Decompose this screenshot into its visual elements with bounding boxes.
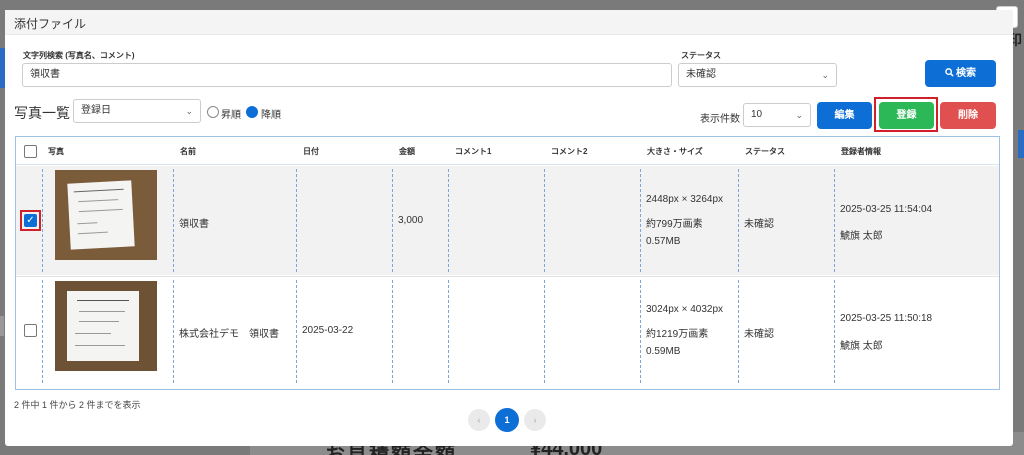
search-button[interactable]: 検索 bbox=[925, 60, 996, 87]
row-size-px: 3024px × 4032px bbox=[646, 304, 724, 315]
per-page-select[interactable]: 10 ⌄ bbox=[743, 103, 811, 127]
text-search-input[interactable]: 領収書 bbox=[22, 63, 672, 87]
delete-button[interactable]: 削除 bbox=[940, 102, 996, 129]
row-registered-at: 2025-03-25 11:50:18 bbox=[840, 313, 933, 324]
row-registered-at: 2025-03-25 11:54:04 bbox=[840, 204, 933, 215]
text-search-label: 文字列検索 (写真名、コメント) bbox=[23, 51, 135, 60]
page-1-button[interactable]: 1 bbox=[495, 408, 519, 432]
photo-table: 写真 名前 日付 金額 コメント1 コメント2 大きさ・サイズ ステータス 登録… bbox=[15, 136, 1000, 390]
photo-list-title: 写真一覧 bbox=[14, 105, 70, 121]
row-checkbox[interactable]: ✓ bbox=[24, 214, 37, 227]
status-select[interactable]: 未確認 ⌄ bbox=[678, 63, 837, 87]
attachment-modal: 添付ファイル 文字列検索 (写真名、コメント) 領収書 ステータス 未確認 ⌄ … bbox=[5, 10, 1013, 446]
header-size: 大きさ・サイズ bbox=[647, 147, 703, 156]
modal-title: 添付ファイル bbox=[5, 10, 1013, 35]
header-registrant: 登録者情報 bbox=[841, 147, 881, 156]
prev-page-button[interactable]: ‹ bbox=[468, 409, 490, 431]
order-asc-radio[interactable] bbox=[207, 106, 219, 118]
order-desc-label: 降順 bbox=[261, 110, 281, 121]
row-name: 領収書 bbox=[179, 219, 209, 230]
row-size-mp: 約1219万画素 bbox=[646, 329, 709, 340]
header-date: 日付 bbox=[303, 147, 319, 156]
row-name: 株式会社デモ 領収書 bbox=[179, 329, 279, 340]
header-photo: 写真 bbox=[48, 147, 64, 156]
header-comment1: コメント1 bbox=[455, 147, 492, 156]
per-page-label: 表示件数 bbox=[700, 114, 740, 125]
table-row[interactable]: ✓ 領収書 3,000 2448px × 3264px 約799万画素 0.57… bbox=[16, 166, 999, 275]
row-amount: 3,000 bbox=[398, 215, 424, 226]
register-button[interactable]: 登録 bbox=[879, 102, 934, 129]
order-desc-radio[interactable] bbox=[246, 106, 258, 118]
select-all-checkbox[interactable] bbox=[24, 145, 37, 158]
receipt-thumbnail[interactable] bbox=[55, 281, 157, 371]
header-status: ステータス bbox=[745, 147, 785, 156]
pagination-summary: 2 件中 1 件から 2 件までを表示 bbox=[14, 400, 141, 410]
search-button-label: 検索 bbox=[956, 68, 976, 79]
row-status: 未確認 bbox=[744, 219, 774, 230]
status-select-value: 未確認 bbox=[686, 69, 716, 80]
row-size-mb: 0.59MB bbox=[646, 346, 681, 357]
row-checkbox[interactable] bbox=[24, 324, 37, 337]
sort-select-value: 登録日 bbox=[81, 105, 111, 116]
backdrop-mid-bar bbox=[0, 316, 4, 336]
backdrop-right-bar bbox=[1018, 130, 1024, 158]
table-header-row: 写真 名前 日付 金額 コメント1 コメント2 大きさ・サイズ ステータス 登録… bbox=[16, 137, 999, 165]
header-amount: 金額 bbox=[399, 147, 415, 156]
edit-button[interactable]: 編集 bbox=[817, 102, 872, 129]
row-size-mb: 0.57MB bbox=[646, 236, 681, 247]
receipt-thumbnail[interactable] bbox=[55, 170, 157, 260]
row-size-mp: 約799万画素 bbox=[646, 219, 703, 230]
row-registered-by: 鯱旗 太郎 bbox=[840, 341, 883, 352]
status-label: ステータス bbox=[681, 51, 721, 60]
search-icon bbox=[945, 68, 954, 77]
row-size-px: 2448px × 3264px bbox=[646, 194, 724, 205]
row-date: 2025-03-22 bbox=[302, 325, 354, 336]
sort-select[interactable]: 登録日 ⌄ bbox=[73, 99, 201, 123]
chevron-down-icon: ⌄ bbox=[795, 110, 803, 120]
row-registered-by: 鯱旗 太郎 bbox=[840, 231, 883, 242]
table-row[interactable]: 株式会社デモ 領収書 2025-03-22 3024px × 4032px 約1… bbox=[16, 276, 999, 385]
header-comment2: コメント2 bbox=[551, 147, 588, 156]
header-name: 名前 bbox=[180, 147, 196, 156]
row-status: 未確認 bbox=[744, 329, 774, 340]
next-page-button[interactable]: › bbox=[524, 409, 546, 431]
order-asc-label: 昇順 bbox=[221, 110, 241, 121]
per-page-value: 10 bbox=[751, 109, 763, 120]
chevron-down-icon: ⌄ bbox=[185, 106, 193, 116]
chevron-down-icon: ⌄ bbox=[821, 70, 829, 80]
